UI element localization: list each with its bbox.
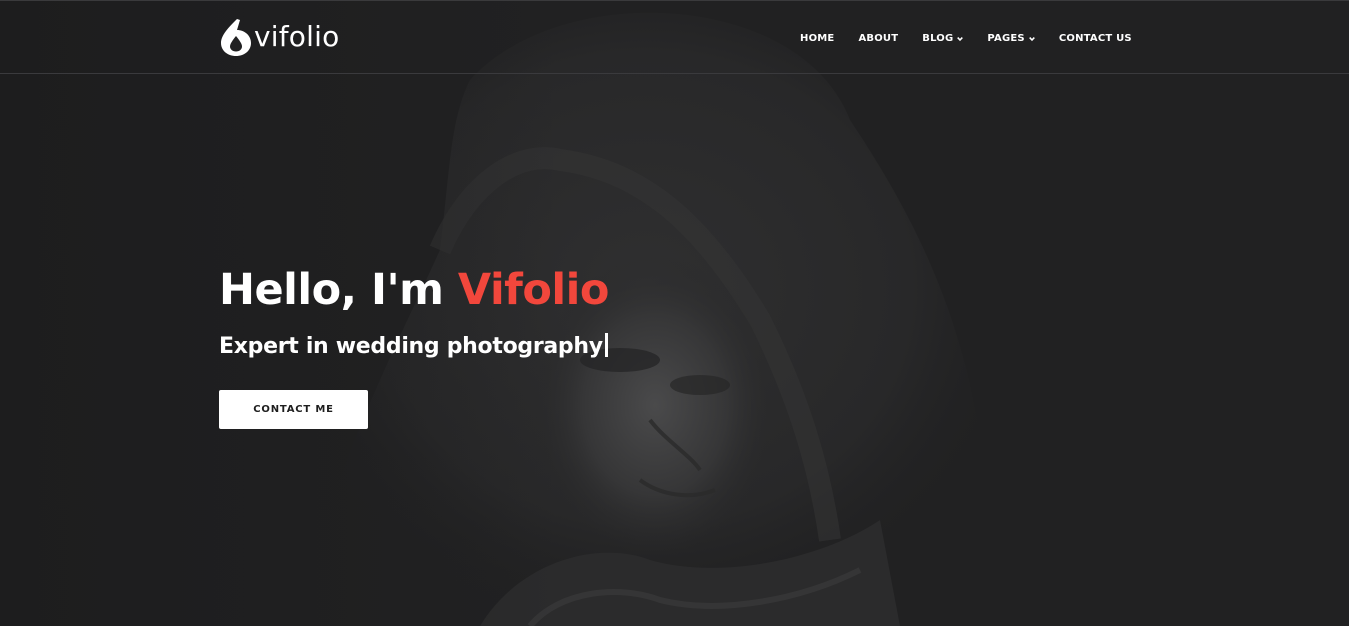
nav-label: HOME: [800, 32, 835, 44]
chevron-down-icon: [957, 34, 964, 42]
chevron-down-icon: [1028, 34, 1035, 42]
nav-label: BLOG: [922, 32, 954, 44]
hero-title: Hello, I'm Vifolio: [219, 262, 609, 318]
nav-label: CONTACT US: [1058, 32, 1132, 44]
nav-item-home[interactable]: HOME: [800, 33, 834, 44]
nav-item-blog[interactable]: BLOG: [922, 32, 964, 44]
nav-label: PAGES: [987, 32, 1025, 44]
contact-me-button[interactable]: CONTACT ME: [219, 390, 368, 429]
logo-text: vifolio: [254, 19, 340, 53]
hero-title-prefix: Hello, I'm: [219, 265, 458, 315]
typing-cursor: [604, 333, 608, 357]
hero-subtitle-text: Expert in wedding photography: [219, 334, 603, 359]
drop-six-logo-icon: [219, 17, 253, 57]
nav-item-about[interactable]: ABOUT: [858, 33, 898, 44]
site-logo[interactable]: vifolio: [219, 16, 339, 58]
page: vifolio HOME ABOUT BLOG PAGES CONTACT US…: [0, 0, 1349, 626]
hero-subtitle: Expert in wedding photography: [219, 332, 609, 362]
nav-item-pages[interactable]: PAGES: [987, 32, 1035, 44]
hero-background-image: [0, 0, 1349, 626]
main-nav: HOME ABOUT BLOG PAGES CONTACT US: [800, 31, 1132, 45]
hero-section: Hello, I'm Vifolio Expert in wedding pho…: [219, 262, 609, 362]
nav-label: ABOUT: [858, 32, 899, 44]
nav-item-contact-us[interactable]: CONTACT US: [1059, 33, 1132, 44]
hero-title-name: Vifolio: [457, 265, 610, 315]
site-header: vifolio HOME ABOUT BLOG PAGES CONTACT US: [0, 0, 1349, 74]
